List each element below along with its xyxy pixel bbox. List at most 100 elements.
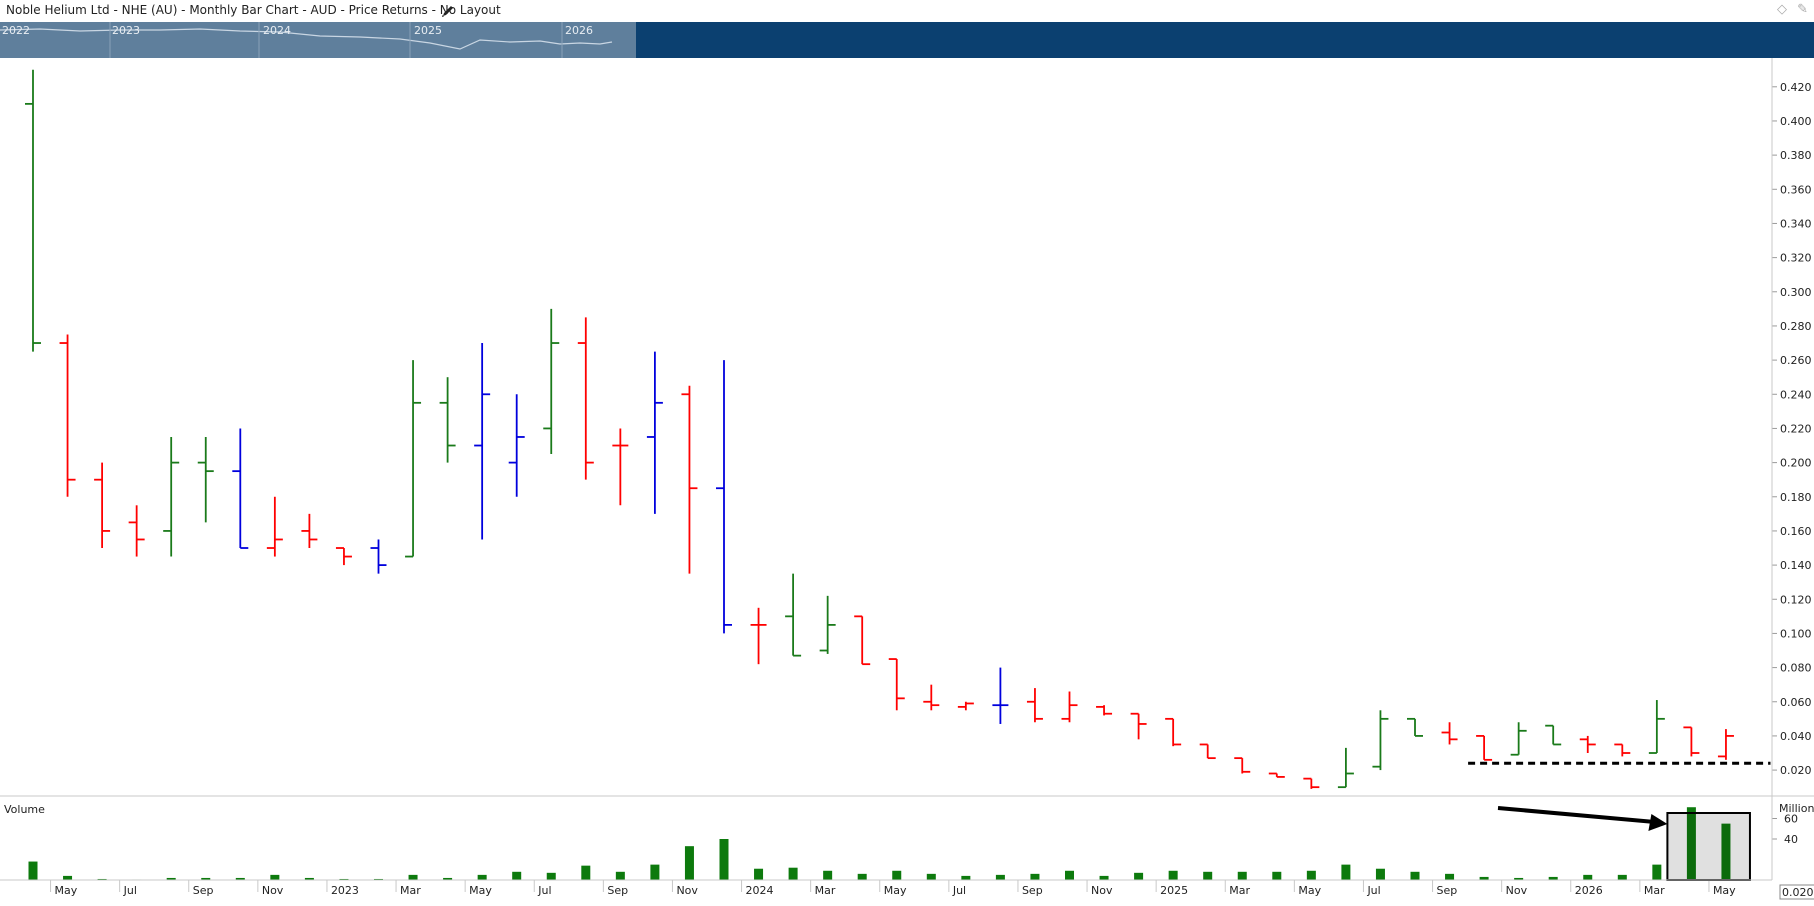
time-tick-label: Nov bbox=[1091, 884, 1113, 897]
time-tick-label: Jul bbox=[123, 884, 137, 897]
price-tick-label: 0.420 bbox=[1780, 81, 1812, 94]
annotations bbox=[1468, 761, 1771, 881]
ohlc-bar bbox=[1165, 717, 1182, 747]
volume-bars bbox=[28, 807, 1731, 880]
ohlc-bar bbox=[1372, 710, 1389, 771]
navigator-year-label: 2026 bbox=[565, 24, 593, 37]
ohlc-bar bbox=[439, 377, 456, 463]
navigator-overview-line bbox=[0, 22, 613, 58]
price-tick-label: 0.280 bbox=[1780, 320, 1812, 333]
ohlc-bar bbox=[1234, 757, 1251, 774]
price-volume-chart[interactable]: 0.020 0.040 0.060 0.080 0.100 0.120 0.140 0.160… bbox=[0, 58, 1814, 906]
title-bar: Noble Helium Ltd - NHE (AU) - Monthly Ba… bbox=[0, 0, 1814, 22]
price-tick-label: 0.220 bbox=[1780, 422, 1812, 435]
pencil-icon[interactable] bbox=[441, 3, 455, 22]
volume-bar bbox=[1652, 864, 1662, 880]
volume-bar bbox=[1445, 873, 1455, 880]
time-tick-label: May bbox=[884, 884, 907, 897]
time-tick-label: 2026 bbox=[1575, 884, 1603, 897]
ohlc-bar bbox=[1407, 717, 1423, 737]
time-tick-label: Sep bbox=[193, 884, 214, 897]
time-navigator[interactable]: 2022 2023 2024 2025 2026 bbox=[0, 22, 1814, 58]
price-axis: 0.020 0.040 0.060 0.080 0.100 0.120 0.140 0.160… bbox=[1772, 81, 1812, 777]
volume-bar bbox=[1583, 874, 1593, 880]
ohlc-bar bbox=[1614, 743, 1631, 757]
price-tick-label: 0.060 bbox=[1780, 696, 1812, 709]
navigator-year-label: 2023 bbox=[112, 24, 140, 37]
ohlc-bar bbox=[1337, 747, 1354, 789]
time-tick-label: Sep bbox=[1437, 884, 1458, 897]
ohlc-bar bbox=[992, 667, 1009, 724]
volume-bar bbox=[1617, 874, 1627, 880]
time-axis: May Jul Sep Nov 2023 Mar May Jul Sep Nov 2024 Mar Ma… bbox=[50, 880, 1736, 897]
time-tick-label: May bbox=[55, 884, 78, 897]
price-tick-label: 0.240 bbox=[1780, 388, 1812, 401]
ohlc-bar bbox=[1441, 722, 1458, 745]
time-tick-label: Nov bbox=[1506, 884, 1528, 897]
diamond-icon[interactable]: ◇ bbox=[1777, 2, 1787, 17]
ohlc-bar bbox=[612, 428, 629, 506]
ohlc-bar bbox=[1303, 777, 1320, 789]
ohlc-bar bbox=[923, 684, 940, 711]
ohlc-bar bbox=[94, 462, 111, 549]
price-tick-label: 0.380 bbox=[1780, 149, 1812, 162]
time-tick-label: Jul bbox=[537, 884, 551, 897]
ohlc-bar bbox=[681, 385, 698, 574]
ohlc-bar bbox=[577, 317, 594, 480]
chart-title: Noble Helium Ltd - NHE (AU) - Monthly Ba… bbox=[6, 3, 501, 17]
volume-bar bbox=[63, 875, 73, 880]
ohlc-bar bbox=[1096, 705, 1113, 716]
volume-bar bbox=[1030, 873, 1040, 880]
time-tick-label: Sep bbox=[1022, 884, 1043, 897]
ohlc-bar bbox=[819, 595, 836, 654]
ohlc-bar bbox=[1545, 724, 1562, 746]
price-tick-label: 0.040 bbox=[1780, 730, 1812, 743]
ohlc-bar bbox=[1199, 743, 1216, 760]
ohlc-bar bbox=[1717, 729, 1734, 760]
volume-bar bbox=[892, 870, 902, 880]
annotation-arrow-head bbox=[1648, 814, 1668, 831]
price-tick-label: 0.300 bbox=[1780, 286, 1812, 299]
pin-icon[interactable]: ✎ bbox=[1797, 2, 1808, 17]
volume-bar bbox=[1099, 875, 1109, 880]
volume-bar bbox=[1306, 870, 1316, 880]
ohlc-bar bbox=[370, 539, 387, 574]
ohlc-bar bbox=[785, 573, 802, 657]
ohlc-bar bbox=[405, 360, 422, 558]
ohlc-bars bbox=[25, 69, 1734, 789]
ohlc-bar bbox=[1648, 700, 1665, 754]
time-tick-label: Sep bbox=[607, 884, 628, 897]
ohlc-bar bbox=[1510, 722, 1527, 756]
window-controls: ◇ ✎ bbox=[1771, 2, 1808, 17]
ohlc-bar bbox=[266, 496, 283, 557]
volume-bar bbox=[1410, 871, 1420, 880]
ohlc-bar bbox=[335, 547, 352, 566]
ohlc-bar bbox=[1268, 772, 1285, 778]
volume-bar bbox=[28, 861, 38, 880]
volume-bar bbox=[961, 875, 971, 880]
volume-bar bbox=[512, 871, 522, 880]
ohlc-bar bbox=[543, 308, 560, 455]
volume-bar bbox=[1134, 872, 1144, 880]
time-tick-label: 2025 bbox=[1160, 884, 1188, 897]
ohlc-bar bbox=[474, 343, 491, 540]
price-tick-label: 0.080 bbox=[1780, 662, 1812, 675]
ohlc-bar bbox=[1579, 735, 1596, 754]
navigator-year-label: 2022 bbox=[2, 24, 30, 37]
ohlc-bar bbox=[1026, 688, 1043, 723]
time-tick-label: 2023 bbox=[331, 884, 359, 897]
time-tick-label: 2024 bbox=[746, 884, 774, 897]
volume-bar bbox=[615, 871, 625, 880]
price-tick-label: 0.340 bbox=[1780, 217, 1812, 230]
time-tick-label: May bbox=[469, 884, 492, 897]
price-tick-label: 0.400 bbox=[1780, 115, 1812, 128]
navigator-year-label: 2024 bbox=[263, 24, 291, 37]
navigator-window[interactable]: 2022 2023 2024 2025 2026 bbox=[0, 22, 636, 58]
ohlc-bar bbox=[1061, 691, 1078, 723]
time-tick-label: May bbox=[1713, 884, 1736, 897]
volume-axis: 4060 bbox=[1772, 813, 1798, 846]
volume-bar bbox=[1237, 871, 1247, 880]
volume-bar bbox=[754, 868, 764, 880]
ohlc-bar bbox=[854, 615, 871, 666]
last-value-label: 0.0202 bbox=[1782, 886, 1814, 899]
